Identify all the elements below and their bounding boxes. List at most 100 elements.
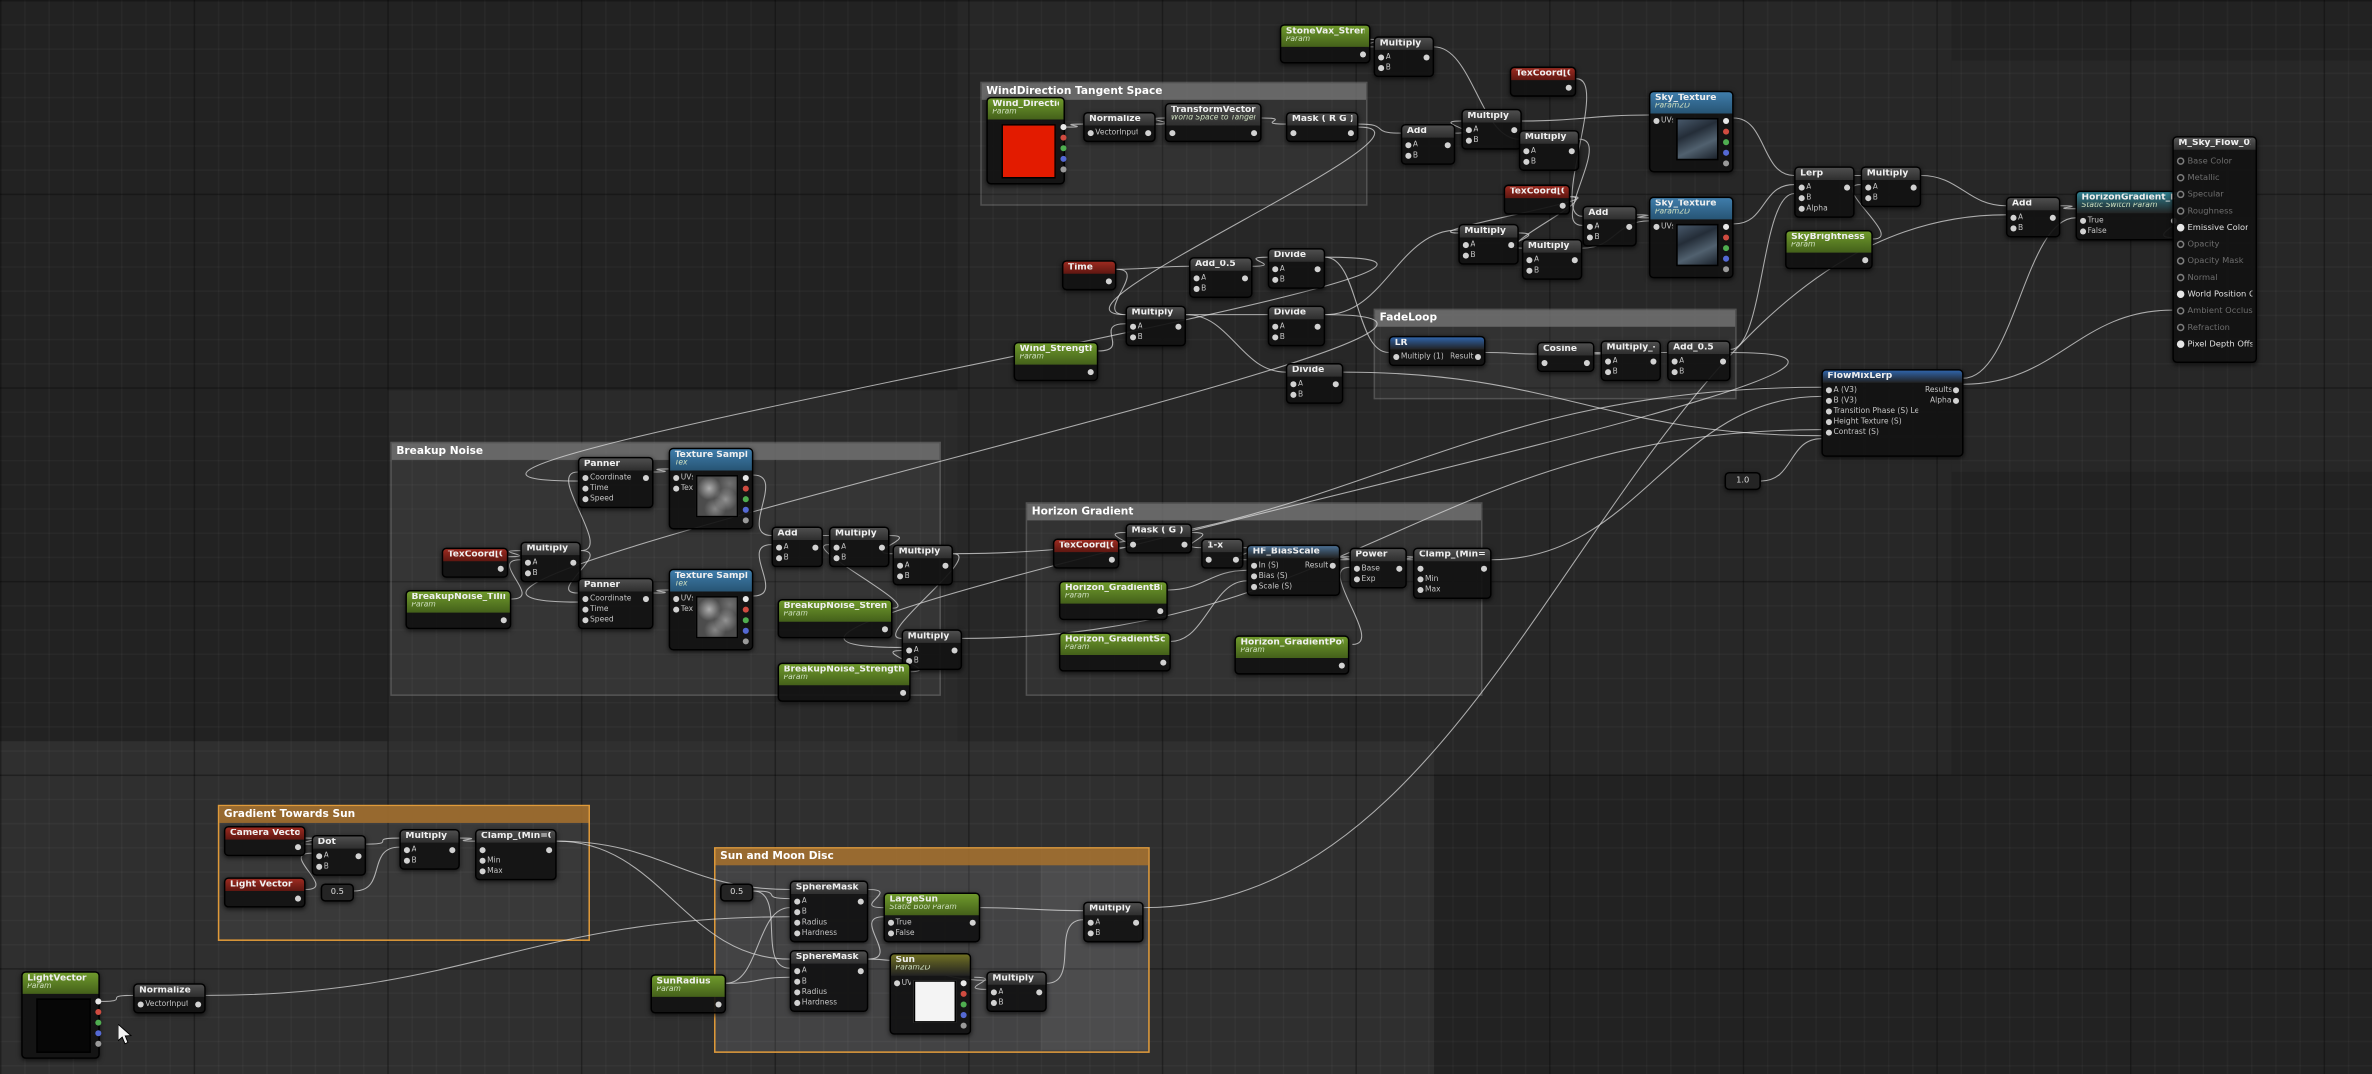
- pin-in-icon[interactable]: [1826, 420, 1832, 426]
- pin-in-icon[interactable]: [1653, 118, 1659, 124]
- pin-in-icon[interactable]: [794, 990, 800, 996]
- pin-out-icon[interactable]: [961, 1012, 967, 1018]
- material-input-normal[interactable]: Normal: [2177, 270, 2253, 287]
- pin-in-icon[interactable]: [1466, 128, 1472, 134]
- node-texcoord-0[interactable]: TexCoord[0]: [1504, 185, 1571, 216]
- pin-in-icon[interactable]: [834, 556, 840, 562]
- material-input-metallic[interactable]: Metallic: [2177, 170, 2253, 187]
- pin-out-icon[interactable]: [942, 563, 948, 569]
- pin-in-icon[interactable]: [1463, 253, 1469, 259]
- pin-out-icon[interactable]: [743, 606, 749, 612]
- pin-in-icon[interactable]: [1799, 206, 1805, 212]
- pin-in-icon[interactable]: [834, 545, 840, 551]
- node-sunradius[interactable]: SunRadiusParam: [650, 974, 726, 1013]
- pin-out-icon[interactable]: [1862, 257, 1868, 263]
- pin-out-icon[interactable]: [95, 1041, 101, 1047]
- pin-out-icon[interactable]: [900, 690, 906, 696]
- wire[interactable]: [557, 841, 790, 959]
- pin-in-icon[interactable]: [991, 1001, 997, 1007]
- pin-out-icon[interactable]: [1566, 85, 1572, 91]
- pin-out-icon[interactable]: [1133, 920, 1139, 926]
- pin-in-icon[interactable]: [1587, 225, 1593, 231]
- pin-out-icon[interactable]: [1723, 234, 1729, 240]
- node-light-vector[interactable]: Light Vector: [224, 877, 306, 908]
- node-add[interactable]: AddAB: [1582, 206, 1636, 248]
- wire[interactable]: [753, 891, 789, 968]
- node-divide[interactable]: DivideAB: [1268, 306, 1325, 348]
- node-multiply[interactable]: MultiplyAB: [829, 526, 890, 568]
- node-divide[interactable]: DivideAB: [1286, 363, 1343, 405]
- node-sky-texture[interactable]: Sky_TextureParam2DUVs: [1649, 91, 1734, 172]
- node-multiply[interactable]: MultiplyAB: [1522, 239, 1583, 281]
- pin-out-icon[interactable]: [1720, 359, 1726, 365]
- pin-in-icon[interactable]: [1290, 131, 1296, 137]
- pin-out-icon[interactable]: [1844, 185, 1850, 191]
- wire[interactable]: [980, 908, 1083, 911]
- pin-out-icon[interactable]: [1233, 557, 1239, 563]
- pin-in-icon[interactable]: [2177, 191, 2185, 199]
- pin-out-icon[interactable]: [1723, 160, 1729, 166]
- pin-out-icon[interactable]: [355, 854, 361, 860]
- pin-in-icon[interactable]: [2177, 175, 2185, 183]
- pin-in-icon[interactable]: [2177, 291, 2185, 299]
- node-1-x[interactable]: 1-x: [1201, 539, 1243, 570]
- pin-in-icon[interactable]: [1194, 276, 1200, 282]
- wire[interactable]: [1731, 194, 1795, 350]
- node-sky-texture[interactable]: Sky_TextureParam2DUVs: [1649, 197, 1734, 278]
- node-panner[interactable]: PannerCoordinateTimeSpeed: [578, 578, 654, 630]
- material-input-opacity-mask[interactable]: Opacity Mask: [2177, 253, 2253, 270]
- node-add-0-5[interactable]: Add_0.5AB: [1189, 257, 1253, 299]
- node-texcoord-0[interactable]: TexCoord[0]: [1510, 67, 1577, 98]
- node-texture-sample[interactable]: Texture SampleTexUVsTex: [669, 569, 754, 650]
- pin-out-icon[interactable]: [1157, 608, 1163, 614]
- pin-in-icon[interactable]: [1393, 355, 1399, 361]
- pin-in-icon[interactable]: [1672, 359, 1678, 365]
- node-multiply[interactable]: MultiplyAB: [893, 545, 954, 587]
- graph-canvas[interactable]: WindDirection Tangent SpaceFadeLoopBreak…: [0, 0, 2372, 1074]
- pin-in-icon[interactable]: [1088, 920, 1094, 926]
- pin-in-icon[interactable]: [1088, 131, 1094, 137]
- wire[interactable]: [1116, 266, 1189, 269]
- pin-in-icon[interactable]: [673, 606, 679, 612]
- pin-out-icon[interactable]: [1584, 361, 1590, 367]
- pin-out-icon[interactable]: [449, 848, 455, 854]
- pin-in-icon[interactable]: [1526, 258, 1532, 264]
- pin-in-icon[interactable]: [1354, 577, 1360, 583]
- wire[interactable]: [1964, 310, 2173, 384]
- wire[interactable]: [868, 917, 883, 959]
- pin-out-icon[interactable]: [1723, 118, 1729, 124]
- wire[interactable]: [1171, 581, 1247, 642]
- pin-out-icon[interactable]: [1626, 225, 1632, 231]
- pin-in-icon[interactable]: [1417, 588, 1423, 594]
- pin-out-icon[interactable]: [1339, 662, 1345, 668]
- pin-out-icon[interactable]: [1723, 245, 1729, 251]
- node-lr[interactable]: LRMultiply (1)Result: [1389, 336, 1486, 367]
- pin-out-icon[interactable]: [1723, 139, 1729, 145]
- pin-out-icon[interactable]: [1330, 563, 1336, 569]
- wire[interactable]: [1486, 352, 1537, 354]
- node-flowmixlerp[interactable]: FlowMixLerpA (V3)B (V3)Transition Phase …: [1821, 369, 1963, 457]
- pin-in-icon[interactable]: [1378, 66, 1384, 72]
- pin-out-icon[interactable]: [295, 845, 301, 851]
- pin-out-icon[interactable]: [498, 566, 504, 572]
- pin-in-icon[interactable]: [1169, 130, 1175, 136]
- pin-in-icon[interactable]: [794, 1001, 800, 1007]
- pin-in-icon[interactable]: [894, 980, 900, 986]
- node-normalize[interactable]: NormalizeVectorInput: [1083, 112, 1156, 143]
- node-0-5[interactable]: 0.5: [720, 883, 753, 901]
- pin-in-icon[interactable]: [776, 545, 782, 551]
- pin-in-icon[interactable]: [1272, 324, 1278, 330]
- pin-in-icon[interactable]: [1523, 149, 1529, 155]
- node-stonevax-strength[interactable]: StoneVax_StrengthParam: [1280, 24, 1371, 63]
- pin-out-icon[interactable]: [95, 1019, 101, 1025]
- pin-in-icon[interactable]: [1865, 196, 1871, 202]
- pin-in-icon[interactable]: [888, 930, 894, 936]
- wire[interactable]: [654, 590, 669, 593]
- pin-in-icon[interactable]: [1605, 359, 1611, 365]
- pin-in-icon[interactable]: [1463, 243, 1469, 249]
- pin-in-icon[interactable]: [2177, 341, 2185, 349]
- pin-in-icon[interactable]: [1826, 409, 1832, 415]
- pin-in-icon[interactable]: [582, 486, 588, 492]
- pin-in-icon[interactable]: [794, 910, 800, 916]
- node-add-0-5[interactable]: Add_0.5AB: [1667, 340, 1731, 382]
